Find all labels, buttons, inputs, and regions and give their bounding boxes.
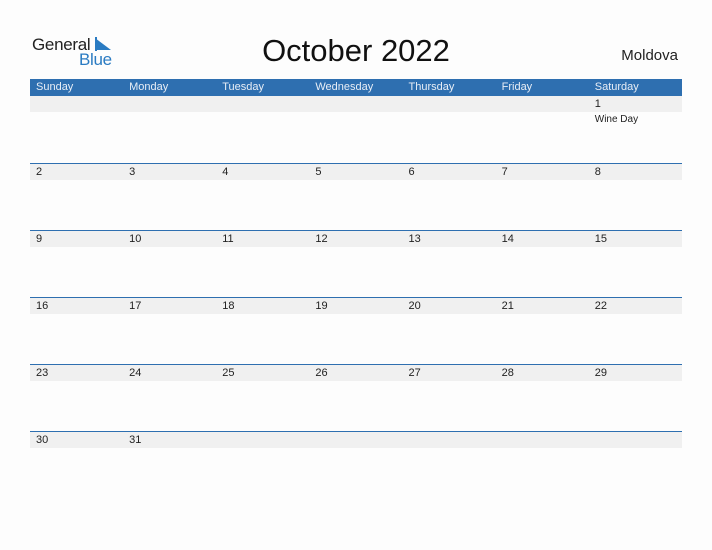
day-number: 3 xyxy=(129,166,136,178)
weekday-thursday: Thursday xyxy=(408,81,455,93)
day-number xyxy=(496,432,589,448)
weekday-wednesday: Wednesday xyxy=(315,81,374,93)
day-number xyxy=(216,96,309,112)
day-number: 18 xyxy=(222,300,235,312)
day-number: 12 xyxy=(315,233,328,245)
week-row: 1 Wine Day xyxy=(30,96,682,163)
day-number: 2 xyxy=(36,166,43,178)
day-number: 8 xyxy=(594,166,601,178)
day-number: 7 xyxy=(501,166,508,178)
country-label: Moldova xyxy=(621,47,678,64)
weekday-friday: Friday xyxy=(501,81,533,93)
day-number: 5 xyxy=(315,166,322,178)
day-number xyxy=(309,96,402,112)
day-number: 30 xyxy=(36,434,49,446)
calendar-title: October 2022 xyxy=(262,33,450,68)
day-number xyxy=(216,432,309,448)
holiday-label xyxy=(216,112,309,128)
week-row: 30 31 xyxy=(30,431,682,498)
day-number: 15 xyxy=(594,233,607,245)
holiday-label xyxy=(309,112,402,128)
day-number xyxy=(30,96,123,112)
event-row: Wine Day xyxy=(30,112,682,128)
holiday-label xyxy=(496,112,589,128)
day-number-strip: 30 31 xyxy=(30,432,682,448)
day-number: 6 xyxy=(408,166,415,178)
day-number: 22 xyxy=(594,300,607,312)
weekday-sunday: Sunday xyxy=(36,81,74,93)
day-number: 10 xyxy=(129,233,142,245)
weekday-monday: Monday xyxy=(129,81,169,93)
day-number xyxy=(403,432,496,448)
weeks-container: 1 Wine Day 2 3 4 5 6 7 8 9 10 11 12 13 14 15 16 17 18 19 20 2… xyxy=(30,96,682,498)
day-number: 23 xyxy=(36,367,49,379)
day-number: 27 xyxy=(408,367,421,379)
weekday-header: Sunday Monday Tuesday Wednesday Thursday… xyxy=(30,79,682,96)
day-number: 19 xyxy=(315,300,328,312)
day-number xyxy=(589,432,682,448)
holiday-label: Wine Day xyxy=(594,114,639,125)
day-number-strip: 16 17 18 19 20 21 22 xyxy=(30,298,682,314)
day-number: 17 xyxy=(129,300,142,312)
day-number-strip: 1 xyxy=(30,96,682,112)
day-number: 14 xyxy=(501,233,514,245)
week-row: 23 24 25 26 27 28 29 xyxy=(30,364,682,431)
day-number: 28 xyxy=(501,367,514,379)
day-number: 20 xyxy=(408,300,421,312)
day-number xyxy=(123,96,216,112)
day-number: 9 xyxy=(36,233,43,245)
day-number: 24 xyxy=(129,367,142,379)
day-number: 26 xyxy=(315,367,328,379)
holiday-label xyxy=(123,112,216,128)
holiday-label xyxy=(30,112,123,128)
week-row: 9 10 11 12 13 14 15 xyxy=(30,230,682,297)
day-number: 25 xyxy=(222,367,235,379)
day-number: 13 xyxy=(408,233,421,245)
day-number: 31 xyxy=(129,434,142,446)
day-number-strip: 23 24 25 26 27 28 29 xyxy=(30,365,682,381)
day-number: 11 xyxy=(222,233,234,245)
day-number: 29 xyxy=(594,367,607,379)
day-number xyxy=(309,432,402,448)
calendar-grid: Sunday Monday Tuesday Wednesday Thursday… xyxy=(30,79,682,498)
day-number: 4 xyxy=(222,166,229,178)
day-number xyxy=(496,96,589,112)
day-number: 16 xyxy=(36,300,49,312)
week-row: 16 17 18 19 20 21 22 xyxy=(30,297,682,364)
day-number xyxy=(403,96,496,112)
holiday-label xyxy=(403,112,496,128)
weekday-tuesday: Tuesday xyxy=(222,81,265,93)
day-number: 21 xyxy=(501,300,514,312)
week-row: 2 3 4 5 6 7 8 xyxy=(30,163,682,230)
weekday-saturday: Saturday xyxy=(594,81,639,93)
day-number: 1 xyxy=(594,98,601,110)
day-number-strip: 2 3 4 5 6 7 8 xyxy=(30,164,682,180)
day-number-strip: 9 10 11 12 13 14 15 xyxy=(30,231,682,247)
